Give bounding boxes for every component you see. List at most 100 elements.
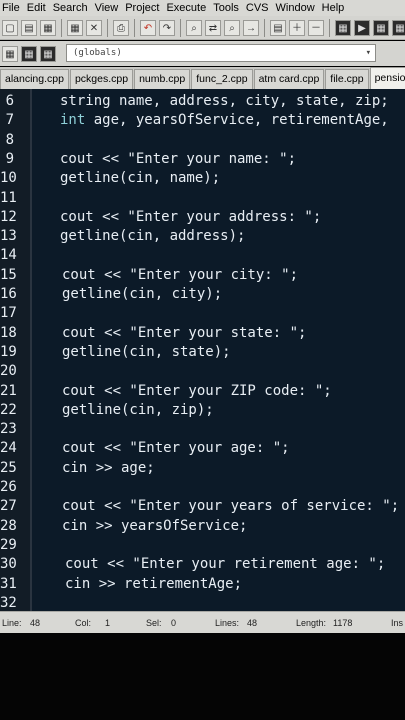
menu-item-edit[interactable]: Edit: [27, 2, 46, 14]
line-number: 9: [5, 150, 14, 167]
add-file-icon[interactable]: ＋: [289, 19, 305, 36]
line-number: 8: [5, 131, 14, 148]
code-line: 15 cout << "Enter your city: ";: [0, 266, 405, 285]
toolbar-separator: [329, 18, 330, 37]
screen-bezel: [0, 633, 405, 720]
code-text: getline(cin, name);: [60, 169, 220, 188]
code-content: getline(cin, city);: [62, 286, 223, 302]
tab-atm-card-cpp[interactable]: atm card.cpp: [253, 69, 325, 89]
debug-icon[interactable]: ▦: [21, 45, 37, 62]
code-content: cout << "Enter your retirement age: ";: [65, 556, 386, 573]
menu-item-search[interactable]: Search: [53, 2, 88, 14]
goto-line-icon[interactable]: →: [243, 19, 259, 36]
code-line: 8: [0, 131, 405, 150]
menu-item-project[interactable]: Project: [125, 2, 159, 14]
status-lines-label: Lines:: [215, 618, 240, 628]
menu-item-help[interactable]: Help: [322, 2, 345, 14]
code-content: getline(cin, state);: [62, 343, 231, 360]
code-text: cout << "Enter your name: ";: [60, 150, 296, 169]
undo-icon[interactable]: ↶: [140, 19, 156, 36]
code-line: 12 cout << "Enter your address: ";: [0, 208, 405, 227]
remove-file-icon[interactable]: －: [308, 19, 324, 36]
code-line: 10 getline(cin, name);: [0, 169, 405, 188]
code-line: 22 getline(cin, zip);: [0, 401, 405, 420]
code-content: cout << "Enter your city: ";: [62, 266, 299, 283]
status-sel-label: Sel:: [146, 618, 162, 628]
toolbar-separator: [264, 18, 265, 37]
code-text: cin >> age;: [62, 459, 155, 478]
menu-item-file[interactable]: File: [2, 2, 20, 14]
redo-icon[interactable]: ↷: [159, 19, 175, 36]
code-line: 32: [0, 594, 405, 611]
code-line: 27 cout << "Enter your years of service: …: [0, 497, 405, 516]
code-text: int age, yearsOfService, retirementAge,: [60, 111, 389, 130]
code-text: cout << "Enter your years of service: ";: [62, 497, 399, 516]
code-line: 20: [0, 362, 405, 381]
code-content: getline(cin, zip);: [62, 401, 214, 418]
code-content: getline(cin, name);: [60, 170, 221, 187]
run-icon[interactable]: ▶: [354, 19, 370, 36]
menu-item-tools[interactable]: Tools: [213, 2, 239, 14]
status-length-label: Length:: [296, 618, 327, 628]
print-icon[interactable]: ⎙: [113, 19, 129, 36]
line-number: 32: [0, 594, 17, 611]
toolbar-separator: [180, 18, 181, 37]
line-number: 6: [5, 93, 14, 109]
code-content: cin >> retirementAge;: [65, 575, 243, 592]
code-line: 14: [0, 246, 405, 265]
toolbar-separator: [134, 18, 135, 37]
line-number: 20: [0, 363, 17, 380]
code-content: cout << "Enter your age: ";: [62, 440, 290, 457]
find-icon[interactable]: ⌕: [186, 19, 202, 36]
replace-icon[interactable]: ⇄: [205, 19, 221, 36]
tab-pckges-cpp[interactable]: pckges.cpp: [69, 69, 134, 89]
code-content: cout << "Enter your address: ";: [60, 208, 322, 225]
rebuild-icon[interactable]: ▦: [392, 19, 405, 36]
tab-alancing-cpp[interactable]: alancing.cpp: [0, 69, 69, 89]
code-line: 26: [0, 478, 405, 497]
compile-run-icon[interactable]: ▦: [373, 19, 389, 36]
code-keyword: int: [60, 112, 86, 129]
code-text: cout << "Enter your ZIP code: ";: [62, 382, 332, 401]
code-text: cout << "Enter your state: ";: [62, 324, 306, 343]
line-number: 10: [0, 170, 17, 187]
line-number: 15: [0, 266, 17, 283]
new-file-icon[interactable]: ▢: [2, 19, 18, 36]
line-number: 28: [0, 517, 17, 534]
open-file-icon[interactable]: ▤: [21, 19, 37, 36]
save-all-icon[interactable]: ▦: [67, 19, 83, 36]
line-number: 29: [0, 536, 17, 553]
find-next-icon[interactable]: ⌕: [224, 19, 240, 36]
line-number: 12: [0, 208, 17, 225]
line-number: 27: [0, 498, 17, 515]
menu-item-window[interactable]: Window: [276, 2, 315, 14]
code-content: string name, address, city, state, zip;: [60, 93, 389, 109]
code-line: 21 cout << "Enter your ZIP code: ";: [0, 382, 405, 401]
scope-select[interactable]: (globals) ▾: [66, 44, 376, 62]
code-line: 24 cout << "Enter your age: ";: [0, 439, 405, 458]
tab-func-2-cpp[interactable]: func_2.cpp: [191, 69, 253, 89]
compile-icon[interactable]: ▦: [335, 19, 351, 36]
project-icon[interactable]: ▤: [270, 19, 286, 36]
status-line-label: Line:: [2, 618, 22, 628]
watch-icon[interactable]: ▦: [40, 45, 56, 62]
code-content: cout << "Enter your years of service: ";: [62, 498, 400, 515]
class-browser-icon[interactable]: ▦: [2, 45, 18, 62]
tab-pension[interactable]: pension: [369, 67, 405, 89]
menu-item-cvs[interactable]: CVS: [246, 2, 269, 14]
code-editor[interactable]: 6 string name, address, city, state, zip;…: [0, 89, 405, 611]
code-line: 9 cout << "Enter your name: ";: [0, 150, 405, 169]
menu-item-execute[interactable]: Execute: [166, 2, 206, 14]
tab-file-cpp[interactable]: file.cpp: [325, 69, 369, 89]
scope-select-value: (globals): [73, 48, 122, 58]
code-line: 31 cin >> retirementAge;: [0, 575, 405, 594]
status-length-value: 1178: [333, 618, 353, 628]
menu-item-view[interactable]: View: [95, 2, 119, 14]
tab-numb-cpp[interactable]: numb.cpp: [134, 69, 191, 89]
save-icon[interactable]: ▦: [40, 19, 56, 36]
toolbar-separator: [107, 18, 108, 37]
code-text: string name, address, city, state, zip;: [60, 92, 389, 111]
line-number: 14: [0, 247, 17, 264]
close-icon[interactable]: ✕: [86, 19, 102, 36]
code-text: cout << "Enter your retirement age: ";: [65, 555, 385, 574]
